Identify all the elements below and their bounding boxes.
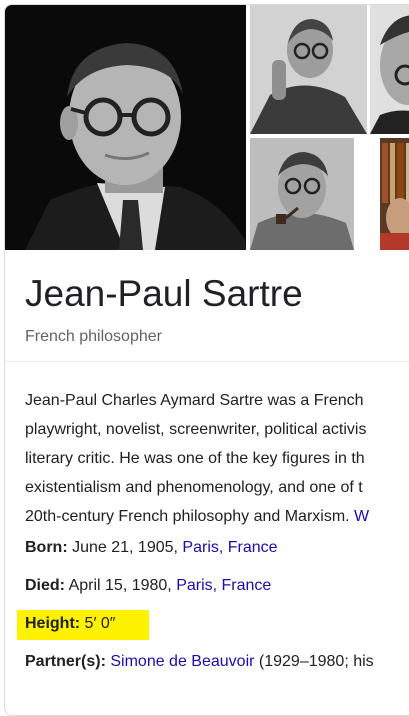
portrait-image-3[interactable] — [370, 5, 409, 134]
description-line: existentialism and phenomenology, and on… — [25, 479, 363, 496]
fact-height: Height: 5′ 0″ — [17, 610, 405, 651]
fact-value: 5′ 0″ — [80, 615, 116, 632]
knowledge-panel: Jean-Paul Sartre French philosopher Jean… — [4, 4, 409, 716]
facts-list: Born: June 21, 1905, Paris, France Died:… — [5, 531, 409, 689]
fact-died: Died: April 15, 1980, Paris, France — [25, 575, 405, 613]
fact-label: Partner(s): — [25, 653, 106, 670]
entity-description: Jean-Paul Charles Aymard Sartre was a Fr… — [5, 362, 409, 531]
photo-grid — [5, 5, 409, 250]
portrait-image-5[interactable] — [380, 138, 409, 250]
fact-label: Height: — [25, 615, 81, 632]
wikipedia-link[interactable]: W — [354, 508, 369, 525]
description-line: 20th-century French philosophy and Marxi… — [25, 502, 409, 531]
fact-partner: Partner(s): Simone de Beauvoir (1929–198… — [25, 651, 405, 689]
main-portrait-image[interactable] — [5, 5, 246, 250]
deathplace-link[interactable]: Paris, France — [176, 577, 271, 594]
fact-label: Died: — [25, 577, 65, 594]
fact-born: Born: June 21, 1905, Paris, France — [25, 537, 405, 575]
entity-title: Jean-Paul Sartre — [25, 273, 303, 314]
entity-subtitle: French philosopher — [25, 328, 162, 345]
description-line-text: 20th-century French philosophy and Marxi… — [25, 508, 355, 525]
fact-value: April 15, 1980, — [65, 577, 177, 594]
portrait-image-4[interactable] — [250, 138, 354, 250]
birthplace-link[interactable]: Paris, France — [182, 539, 277, 556]
fact-value: June 21, 1905, — [67, 539, 183, 556]
fact-label: Born: — [25, 539, 68, 556]
description-line: playwright, novelist, screenwriter, poli… — [25, 421, 367, 438]
title-block: Jean-Paul Sartre French philosopher — [5, 250, 409, 362]
partner-link[interactable]: Simone de Beauvoir — [110, 653, 254, 670]
portrait-image-2[interactable] — [250, 5, 367, 134]
description-line: Jean-Paul Charles Aymard Sartre was a Fr… — [25, 392, 364, 409]
description-line: literary critic. He was one of the key f… — [25, 450, 365, 467]
fact-value: (1929–1980; his — [254, 653, 374, 670]
